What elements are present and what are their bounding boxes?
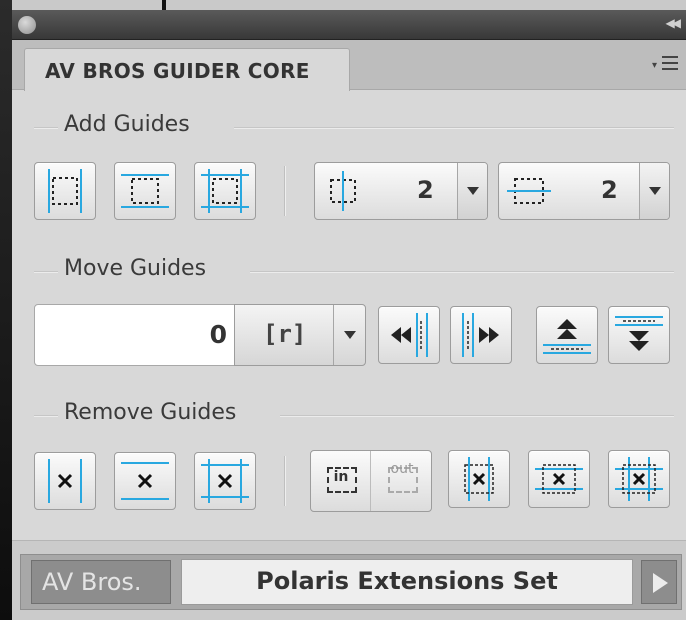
remove-all-guides-icon xyxy=(201,459,249,503)
vertical-guides-count-dropdown[interactable]: 2 xyxy=(314,162,488,220)
guider-panel: AV BROS GUIDER CORE ▾ Add Guides 2 2 Mov… xyxy=(12,40,686,620)
remove-horizontal-guides-icon xyxy=(121,462,169,500)
chevron-down-icon[interactable] xyxy=(333,305,365,365)
section-divider xyxy=(280,415,674,417)
horizontal-count-value: 2 xyxy=(601,176,618,204)
remove-vertical-edges-button[interactable] xyxy=(34,452,96,510)
section-divider xyxy=(250,271,674,273)
chevron-down-icon[interactable] xyxy=(639,163,669,219)
background-edge xyxy=(0,0,12,620)
remove-vertical-guides-icon xyxy=(48,459,82,503)
outside-label: out xyxy=(390,461,414,477)
extensions-set-field[interactable]: Polaris Extensions Set xyxy=(181,559,633,605)
remove-horizontal-inside-button[interactable] xyxy=(528,450,590,508)
panel-title: AV BROS GUIDER CORE xyxy=(45,59,310,83)
move-up-button[interactable] xyxy=(536,306,598,364)
unit-dropdown[interactable]: [r] xyxy=(234,304,366,366)
move-offset-value: 0 xyxy=(209,320,227,349)
move-right-button[interactable] xyxy=(450,306,512,364)
section-divider xyxy=(34,415,58,417)
brand-button[interactable]: AV Bros. xyxy=(31,560,171,604)
move-down-icon xyxy=(615,316,663,351)
remove-vertical-inside-button[interactable] xyxy=(448,450,510,508)
panel-titlebar[interactable]: ◀◀ xyxy=(12,10,686,40)
vertical-count-value: 2 xyxy=(417,176,434,204)
move-down-button[interactable] xyxy=(608,306,670,364)
panel-footer: AV Bros. Polaris Extensions Set xyxy=(12,540,686,620)
remove-all-edges-button[interactable] xyxy=(194,452,256,510)
separator xyxy=(284,166,286,216)
horizontal-center-guide-icon xyxy=(507,178,551,204)
brand-label: AV Bros. xyxy=(42,568,142,596)
remove-horizontal-inside-icon xyxy=(535,464,583,494)
horizontal-guides-count-dropdown[interactable]: 2 xyxy=(498,162,670,220)
top-strip xyxy=(12,0,686,10)
add-vertical-edges-button[interactable] xyxy=(34,162,96,220)
move-left-button[interactable] xyxy=(378,306,440,364)
section-divider xyxy=(34,271,58,273)
play-icon[interactable] xyxy=(641,560,677,604)
add-horizontal-edges-button[interactable] xyxy=(114,162,176,220)
add-all-edges-button[interactable] xyxy=(194,162,256,220)
close-icon[interactable] xyxy=(18,16,36,34)
add-guides-label: Add Guides xyxy=(64,112,190,137)
chevron-down-icon[interactable] xyxy=(457,163,487,219)
remove-guides-label: Remove Guides xyxy=(64,400,237,425)
unit-value: [r] xyxy=(263,320,307,348)
section-divider xyxy=(34,127,58,129)
in-out-toggle[interactable]: in out xyxy=(310,450,432,512)
extensions-bar: AV Bros. Polaris Extensions Set xyxy=(20,554,682,610)
move-left-icon xyxy=(391,313,428,357)
separator xyxy=(284,456,286,506)
move-right-icon xyxy=(462,313,499,357)
inside-label: in xyxy=(333,469,349,485)
remove-all-inside-icon xyxy=(615,457,663,501)
vertical-edges-guides-icon xyxy=(48,169,82,213)
extensions-set-label: Polaris Extensions Set xyxy=(256,567,558,595)
move-offset-input[interactable]: 0 xyxy=(34,304,244,366)
vertical-center-guide-icon xyxy=(330,171,356,211)
move-guides-label: Move Guides xyxy=(64,256,207,281)
horizontal-edges-guides-icon xyxy=(121,174,169,208)
tab-bar: AV BROS GUIDER CORE ▾ xyxy=(12,40,686,91)
section-divider xyxy=(234,127,674,129)
tab-guider-core[interactable]: AV BROS GUIDER CORE xyxy=(24,48,350,91)
remove-all-inside-button[interactable] xyxy=(608,450,670,508)
remove-vertical-inside-icon xyxy=(464,457,494,501)
panel-menu-icon[interactable]: ▾ xyxy=(652,54,680,76)
inside-option[interactable]: in xyxy=(311,451,371,511)
remove-horizontal-edges-button[interactable] xyxy=(114,452,176,510)
outside-option[interactable]: out xyxy=(372,451,432,511)
move-up-icon xyxy=(543,319,591,354)
collapse-icon[interactable]: ◀◀ xyxy=(666,16,682,30)
all-edges-guides-icon xyxy=(201,169,249,213)
